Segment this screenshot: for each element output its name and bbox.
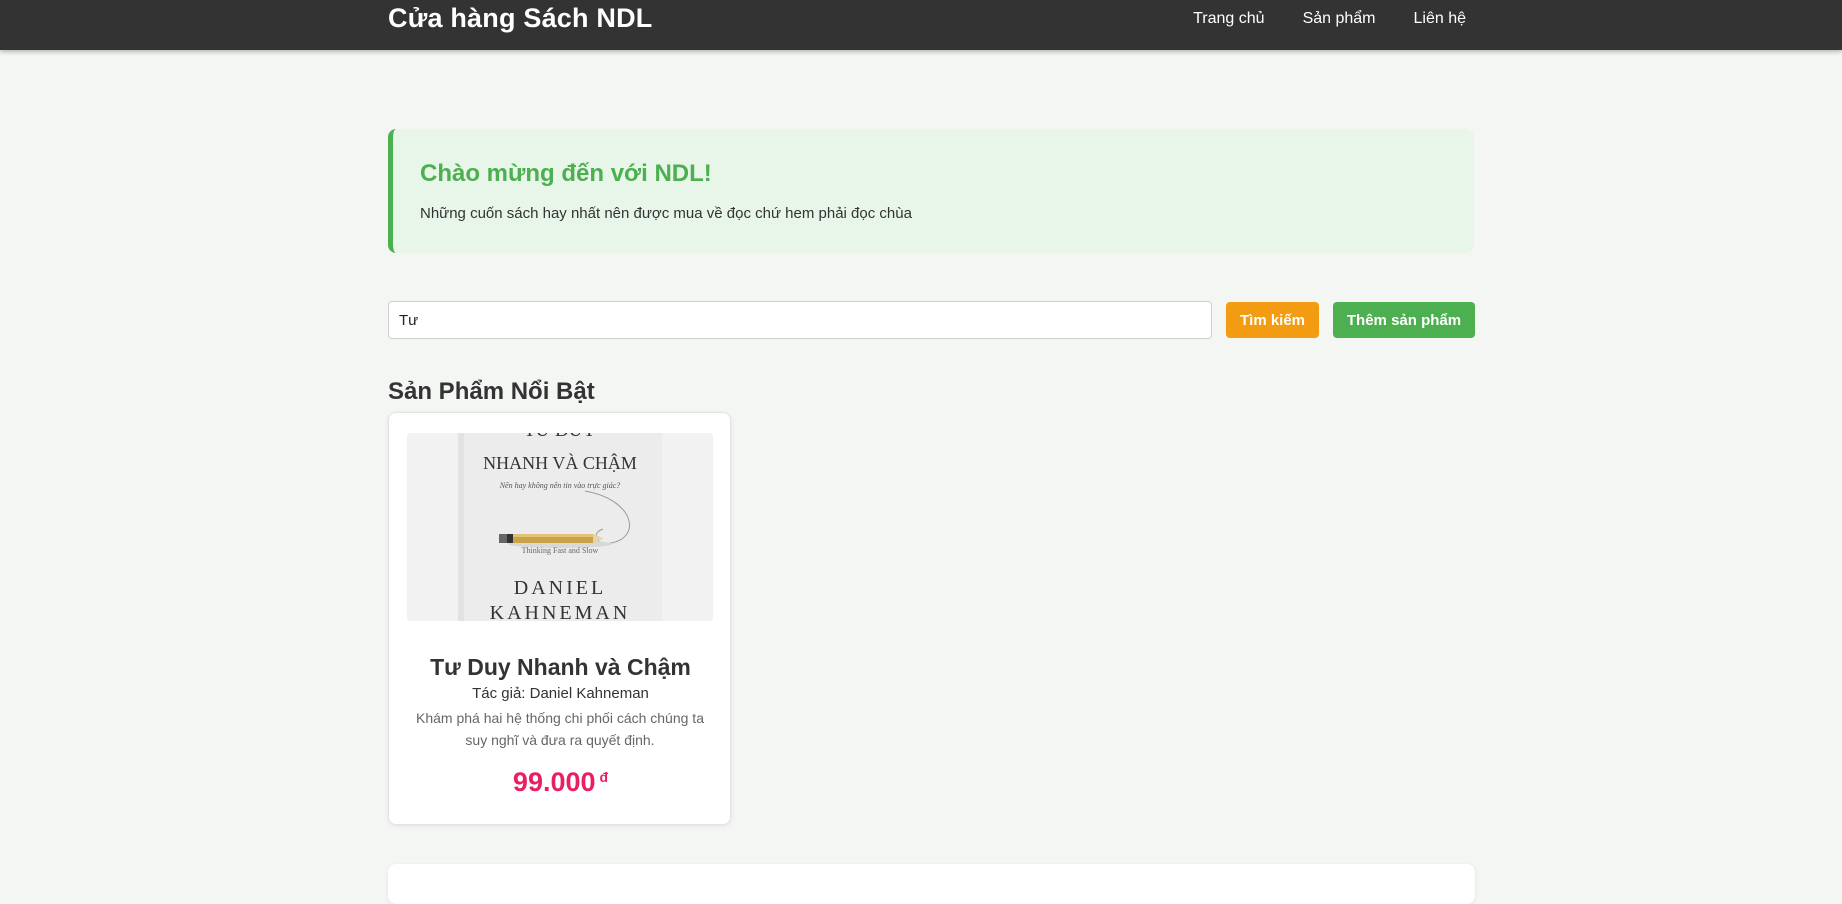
cover-title-text: NHANH VÀ CHẬM (483, 452, 637, 473)
add-product-button[interactable]: Thêm sản phẩm (1333, 302, 1475, 338)
search-input[interactable] (388, 301, 1212, 339)
product-card[interactable]: TƯ DUY NHANH VÀ CHẬM Nên hay không nên t… (388, 412, 731, 825)
nav-link-contact[interactable]: Liên hệ (1414, 10, 1467, 28)
price-currency: đ (599, 769, 609, 785)
next-section-card (388, 864, 1475, 904)
price-value: 99.000 (512, 767, 596, 797)
product-author: Tác giả: Daniel Kahneman (472, 685, 649, 702)
search-button[interactable]: Tìm kiếm (1226, 302, 1319, 338)
nav-link-home[interactable]: Trang chủ (1193, 10, 1264, 28)
cover-english-title: Thinking Fast and Slow (522, 546, 599, 555)
nav-link-products[interactable]: Sản phẩm (1303, 10, 1376, 28)
book-cover-illustration: TƯ DUY NHANH VÀ CHẬM Nên hay không nên t… (407, 433, 713, 621)
product-price: 99.000 đ (389, 767, 732, 798)
welcome-title: Chào mừng đến với NDL! (420, 160, 712, 187)
welcome-text: Những cuốn sách hay nhất nên được mua về… (420, 205, 912, 222)
product-title[interactable]: Tư Duy Nhanh và Chậm (389, 654, 732, 681)
main-nav: Trang chủ Sản phẩm Liên hệ (1193, 10, 1466, 28)
site-brand[interactable]: Cửa hàng Sách NDL (388, 3, 653, 34)
welcome-banner: Chào mừng đến với NDL! Những cuốn sách h… (388, 129, 1474, 253)
cover-subtitle-text: Nên hay không nên tin vào trực giác? (499, 481, 621, 490)
book-cover-image: TƯ DUY NHANH VÀ CHẬM Nên hay không nên t… (407, 433, 713, 621)
cover-author-last: KAHNEMAN (490, 602, 631, 621)
product-description: Khám phá hai hệ thống chi phối cách chún… (416, 710, 704, 748)
cover-top-text: TƯ DUY (524, 433, 597, 441)
cover-author-first: DANIEL (514, 577, 606, 599)
top-navbar: Cửa hàng Sách NDL Trang chủ Sản phẩm Liê… (0, 0, 1842, 50)
featured-products-heading: Sản Phẩm Nổi Bật (388, 378, 595, 405)
